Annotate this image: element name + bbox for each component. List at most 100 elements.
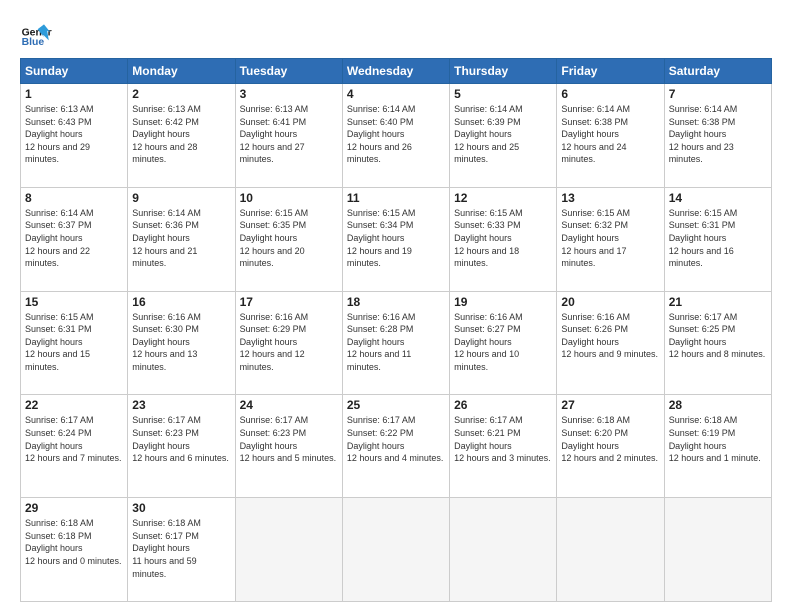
day-number: 23 xyxy=(132,398,230,412)
calendar-cell: 4 Sunrise: 6:14 AM Sunset: 6:40 PM Dayli… xyxy=(342,84,449,188)
day-detail: Sunrise: 6:14 AM Sunset: 6:39 PM Dayligh… xyxy=(454,103,552,166)
calendar-cell: 18 Sunrise: 6:16 AM Sunset: 6:28 PM Dayl… xyxy=(342,291,449,395)
calendar-cell: 2 Sunrise: 6:13 AM Sunset: 6:42 PM Dayli… xyxy=(128,84,235,188)
day-number: 30 xyxy=(132,501,230,515)
day-detail: Sunrise: 6:17 AM Sunset: 6:22 PM Dayligh… xyxy=(347,414,445,464)
day-detail: Sunrise: 6:14 AM Sunset: 6:40 PM Dayligh… xyxy=(347,103,445,166)
day-number: 3 xyxy=(240,87,338,101)
calendar-cell: 30 Sunrise: 6:18 AM Sunset: 6:17 PM Dayl… xyxy=(128,498,235,602)
day-number: 26 xyxy=(454,398,552,412)
calendar-cell: 28 Sunrise: 6:18 AM Sunset: 6:19 PM Dayl… xyxy=(664,395,771,498)
day-number: 6 xyxy=(561,87,659,101)
day-number: 16 xyxy=(132,295,230,309)
day-detail: Sunrise: 6:16 AM Sunset: 6:26 PM Dayligh… xyxy=(561,311,659,361)
day-number: 20 xyxy=(561,295,659,309)
day-detail: Sunrise: 6:15 AM Sunset: 6:35 PM Dayligh… xyxy=(240,207,338,270)
calendar-cell: 7 Sunrise: 6:14 AM Sunset: 6:38 PM Dayli… xyxy=(664,84,771,188)
calendar-cell: 26 Sunrise: 6:17 AM Sunset: 6:21 PM Dayl… xyxy=(450,395,557,498)
day-number: 9 xyxy=(132,191,230,205)
calendar-cell: 15 Sunrise: 6:15 AM Sunset: 6:31 PM Dayl… xyxy=(21,291,128,395)
day-detail: Sunrise: 6:17 AM Sunset: 6:24 PM Dayligh… xyxy=(25,414,123,464)
calendar-cell: 14 Sunrise: 6:15 AM Sunset: 6:31 PM Dayl… xyxy=(664,187,771,291)
day-detail: Sunrise: 6:17 AM Sunset: 6:25 PM Dayligh… xyxy=(669,311,767,361)
day-number: 22 xyxy=(25,398,123,412)
calendar-cell: 27 Sunrise: 6:18 AM Sunset: 6:20 PM Dayl… xyxy=(557,395,664,498)
day-detail: Sunrise: 6:16 AM Sunset: 6:29 PM Dayligh… xyxy=(240,311,338,374)
calendar-week-2: 8 Sunrise: 6:14 AM Sunset: 6:37 PM Dayli… xyxy=(21,187,772,291)
calendar-header-friday: Friday xyxy=(557,59,664,84)
day-detail: Sunrise: 6:16 AM Sunset: 6:28 PM Dayligh… xyxy=(347,311,445,374)
calendar-cell: 24 Sunrise: 6:17 AM Sunset: 6:23 PM Dayl… xyxy=(235,395,342,498)
calendar-cell xyxy=(450,498,557,602)
day-number: 19 xyxy=(454,295,552,309)
svg-text:Blue: Blue xyxy=(22,37,45,48)
day-number: 21 xyxy=(669,295,767,309)
calendar-cell xyxy=(557,498,664,602)
day-number: 7 xyxy=(669,87,767,101)
day-number: 5 xyxy=(454,87,552,101)
day-number: 13 xyxy=(561,191,659,205)
day-detail: Sunrise: 6:14 AM Sunset: 6:37 PM Dayligh… xyxy=(25,207,123,270)
page: General Blue SundayMondayTuesdayWednesda… xyxy=(0,0,792,612)
calendar-week-1: 1 Sunrise: 6:13 AM Sunset: 6:43 PM Dayli… xyxy=(21,84,772,188)
day-detail: Sunrise: 6:18 AM Sunset: 6:17 PM Dayligh… xyxy=(132,517,230,580)
day-number: 14 xyxy=(669,191,767,205)
calendar-cell: 9 Sunrise: 6:14 AM Sunset: 6:36 PM Dayli… xyxy=(128,187,235,291)
day-detail: Sunrise: 6:14 AM Sunset: 6:38 PM Dayligh… xyxy=(561,103,659,166)
day-detail: Sunrise: 6:13 AM Sunset: 6:43 PM Dayligh… xyxy=(25,103,123,166)
calendar-cell: 10 Sunrise: 6:15 AM Sunset: 6:35 PM Dayl… xyxy=(235,187,342,291)
day-detail: Sunrise: 6:14 AM Sunset: 6:38 PM Dayligh… xyxy=(669,103,767,166)
day-number: 8 xyxy=(25,191,123,205)
day-number: 10 xyxy=(240,191,338,205)
logo: General Blue xyxy=(20,18,52,50)
day-detail: Sunrise: 6:15 AM Sunset: 6:34 PM Dayligh… xyxy=(347,207,445,270)
day-detail: Sunrise: 6:17 AM Sunset: 6:23 PM Dayligh… xyxy=(240,414,338,464)
day-detail: Sunrise: 6:18 AM Sunset: 6:20 PM Dayligh… xyxy=(561,414,659,464)
calendar-cell: 17 Sunrise: 6:16 AM Sunset: 6:29 PM Dayl… xyxy=(235,291,342,395)
calendar-cell: 6 Sunrise: 6:14 AM Sunset: 6:38 PM Dayli… xyxy=(557,84,664,188)
day-number: 27 xyxy=(561,398,659,412)
day-detail: Sunrise: 6:18 AM Sunset: 6:18 PM Dayligh… xyxy=(25,517,123,567)
calendar-header-row: SundayMondayTuesdayWednesdayThursdayFrid… xyxy=(21,59,772,84)
day-number: 2 xyxy=(132,87,230,101)
calendar-cell: 22 Sunrise: 6:17 AM Sunset: 6:24 PM Dayl… xyxy=(21,395,128,498)
day-number: 17 xyxy=(240,295,338,309)
calendar-cell: 25 Sunrise: 6:17 AM Sunset: 6:22 PM Dayl… xyxy=(342,395,449,498)
calendar-cell: 11 Sunrise: 6:15 AM Sunset: 6:34 PM Dayl… xyxy=(342,187,449,291)
day-number: 1 xyxy=(25,87,123,101)
calendar-cell: 16 Sunrise: 6:16 AM Sunset: 6:30 PM Dayl… xyxy=(128,291,235,395)
calendar-cell xyxy=(235,498,342,602)
day-detail: Sunrise: 6:15 AM Sunset: 6:33 PM Dayligh… xyxy=(454,207,552,270)
day-detail: Sunrise: 6:16 AM Sunset: 6:27 PM Dayligh… xyxy=(454,311,552,374)
day-detail: Sunrise: 6:15 AM Sunset: 6:31 PM Dayligh… xyxy=(669,207,767,270)
day-detail: Sunrise: 6:17 AM Sunset: 6:21 PM Dayligh… xyxy=(454,414,552,464)
calendar-cell: 1 Sunrise: 6:13 AM Sunset: 6:43 PM Dayli… xyxy=(21,84,128,188)
day-number: 25 xyxy=(347,398,445,412)
calendar-table: SundayMondayTuesdayWednesdayThursdayFrid… xyxy=(20,58,772,602)
day-detail: Sunrise: 6:15 AM Sunset: 6:32 PM Dayligh… xyxy=(561,207,659,270)
calendar-header-sunday: Sunday xyxy=(21,59,128,84)
calendar-header-thursday: Thursday xyxy=(450,59,557,84)
day-number: 12 xyxy=(454,191,552,205)
day-number: 24 xyxy=(240,398,338,412)
day-number: 29 xyxy=(25,501,123,515)
calendar-cell: 13 Sunrise: 6:15 AM Sunset: 6:32 PM Dayl… xyxy=(557,187,664,291)
day-number: 18 xyxy=(347,295,445,309)
day-number: 28 xyxy=(669,398,767,412)
calendar-cell: 23 Sunrise: 6:17 AM Sunset: 6:23 PM Dayl… xyxy=(128,395,235,498)
day-detail: Sunrise: 6:13 AM Sunset: 6:42 PM Dayligh… xyxy=(132,103,230,166)
calendar-cell: 5 Sunrise: 6:14 AM Sunset: 6:39 PM Dayli… xyxy=(450,84,557,188)
logo-icon: General Blue xyxy=(20,18,52,50)
day-number: 4 xyxy=(347,87,445,101)
day-detail: Sunrise: 6:18 AM Sunset: 6:19 PM Dayligh… xyxy=(669,414,767,464)
calendar-cell: 12 Sunrise: 6:15 AM Sunset: 6:33 PM Dayl… xyxy=(450,187,557,291)
calendar-header-monday: Monday xyxy=(128,59,235,84)
day-detail: Sunrise: 6:14 AM Sunset: 6:36 PM Dayligh… xyxy=(132,207,230,270)
day-number: 15 xyxy=(25,295,123,309)
calendar-header-wednesday: Wednesday xyxy=(342,59,449,84)
calendar-cell: 21 Sunrise: 6:17 AM Sunset: 6:25 PM Dayl… xyxy=(664,291,771,395)
calendar-week-5: 29 Sunrise: 6:18 AM Sunset: 6:18 PM Dayl… xyxy=(21,498,772,602)
day-detail: Sunrise: 6:16 AM Sunset: 6:30 PM Dayligh… xyxy=(132,311,230,374)
calendar-week-3: 15 Sunrise: 6:15 AM Sunset: 6:31 PM Dayl… xyxy=(21,291,772,395)
calendar-cell: 19 Sunrise: 6:16 AM Sunset: 6:27 PM Dayl… xyxy=(450,291,557,395)
